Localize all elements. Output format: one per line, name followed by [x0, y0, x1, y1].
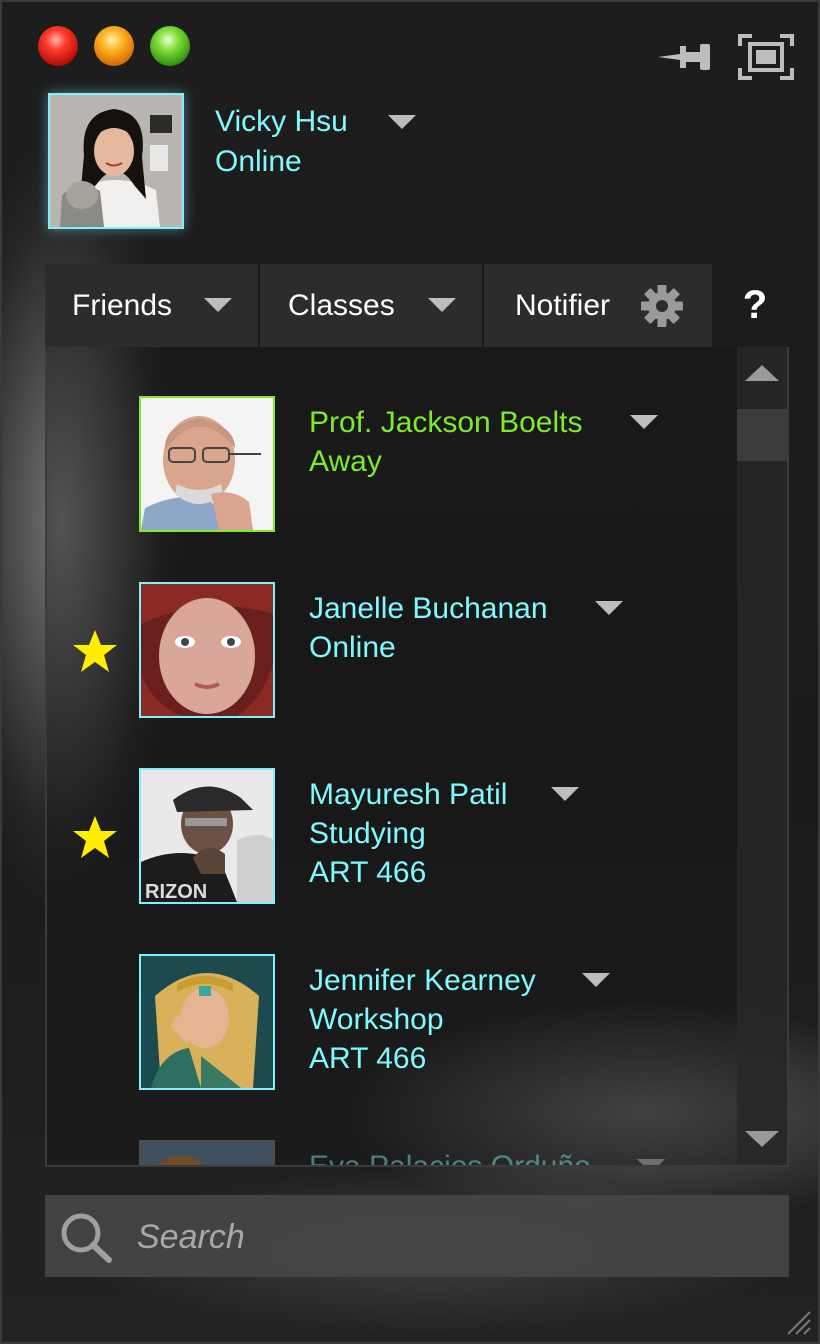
- contact-status: Studying: [309, 817, 426, 850]
- tab-classes[interactable]: Classes: [260, 264, 484, 347]
- app-window: Vicky Hsu Online Friends Classes Notifie…: [0, 0, 820, 1344]
- search-input[interactable]: [135, 1211, 759, 1263]
- favorite-star-icon[interactable]: [71, 628, 119, 674]
- fullscreen-icon[interactable]: [736, 32, 796, 82]
- scroll-thumb[interactable]: [737, 409, 787, 461]
- contact-avatar[interactable]: RIZON: [139, 768, 275, 904]
- tab-notifier-label: Notifier: [515, 289, 611, 322]
- contact-list[interactable]: Prof. Jackson Boelts Away Janelle Buchan…: [45, 347, 789, 1167]
- resize-grip-icon[interactable]: [782, 1306, 812, 1336]
- contact-avatar[interactable]: [139, 582, 275, 718]
- contact-status: Workshop: [309, 1003, 444, 1036]
- profile-name[interactable]: Vicky Hsu: [215, 105, 348, 139]
- contact-name[interactable]: Prof. Jackson Boelts: [309, 406, 582, 440]
- contact-item[interactable]: Jennifer Kearney Workshop ART 466: [47, 905, 737, 1091]
- contact-status: Online: [309, 631, 396, 664]
- svg-text:RIZON: RIZON: [145, 881, 207, 902]
- contact-item[interactable]: Janelle Buchanan Online: [47, 533, 737, 719]
- scroll-down-icon[interactable]: [745, 1131, 779, 1147]
- contact-item[interactable]: Prof. Jackson Boelts Away: [47, 347, 737, 533]
- search-icon: [61, 1213, 112, 1263]
- contact-name[interactable]: Mayuresh Patil: [309, 778, 507, 812]
- contact-name[interactable]: Eva Palacios Orduño: [309, 1150, 591, 1165]
- zoom-button[interactable]: [150, 26, 190, 66]
- minimize-button[interactable]: [94, 26, 134, 66]
- close-button[interactable]: [38, 26, 78, 66]
- chevron-down-icon[interactable]: [582, 973, 610, 987]
- favorite-star-icon[interactable]: [71, 814, 119, 860]
- contact-course: ART 466: [309, 856, 427, 889]
- profile-avatar[interactable]: [48, 93, 184, 229]
- chevron-down-icon[interactable]: [595, 601, 623, 615]
- profile-dropdown-icon[interactable]: [388, 115, 416, 129]
- contact-avatar[interactable]: [139, 396, 275, 532]
- contact-avatar[interactable]: [139, 954, 275, 1090]
- help-button[interactable]: ?: [730, 280, 780, 330]
- contact-course: ART 466: [309, 1042, 427, 1075]
- gear-icon[interactable]: [640, 284, 684, 328]
- tab-notifier[interactable]: Notifier: [484, 264, 712, 347]
- contact-item[interactable]: Eva Palacios Orduño: [47, 1091, 737, 1165]
- contact-name[interactable]: Janelle Buchanan: [309, 592, 548, 626]
- contact-avatar[interactable]: [139, 1140, 275, 1165]
- chevron-down-icon[interactable]: [551, 787, 579, 801]
- contact-status: Away: [309, 445, 382, 478]
- pin-icon[interactable]: [656, 32, 716, 82]
- chevron-down-icon[interactable]: [428, 298, 456, 312]
- chevron-down-icon[interactable]: [637, 1159, 665, 1165]
- tab-friends-label: Friends: [72, 289, 173, 322]
- tab-classes-label: Classes: [288, 289, 395, 322]
- search-box[interactable]: [45, 1195, 789, 1277]
- scroll-up-icon[interactable]: [745, 365, 779, 381]
- chevron-down-icon[interactable]: [630, 415, 658, 429]
- contact-item[interactable]: RIZON Mayuresh Patil Studying ART 466: [47, 719, 737, 905]
- tab-friends[interactable]: Friends: [45, 264, 260, 347]
- contact-name[interactable]: Jennifer Kearney: [309, 964, 536, 998]
- scrollbar[interactable]: [737, 347, 787, 1165]
- profile-status: Online: [215, 145, 302, 178]
- chevron-down-icon[interactable]: [204, 298, 232, 312]
